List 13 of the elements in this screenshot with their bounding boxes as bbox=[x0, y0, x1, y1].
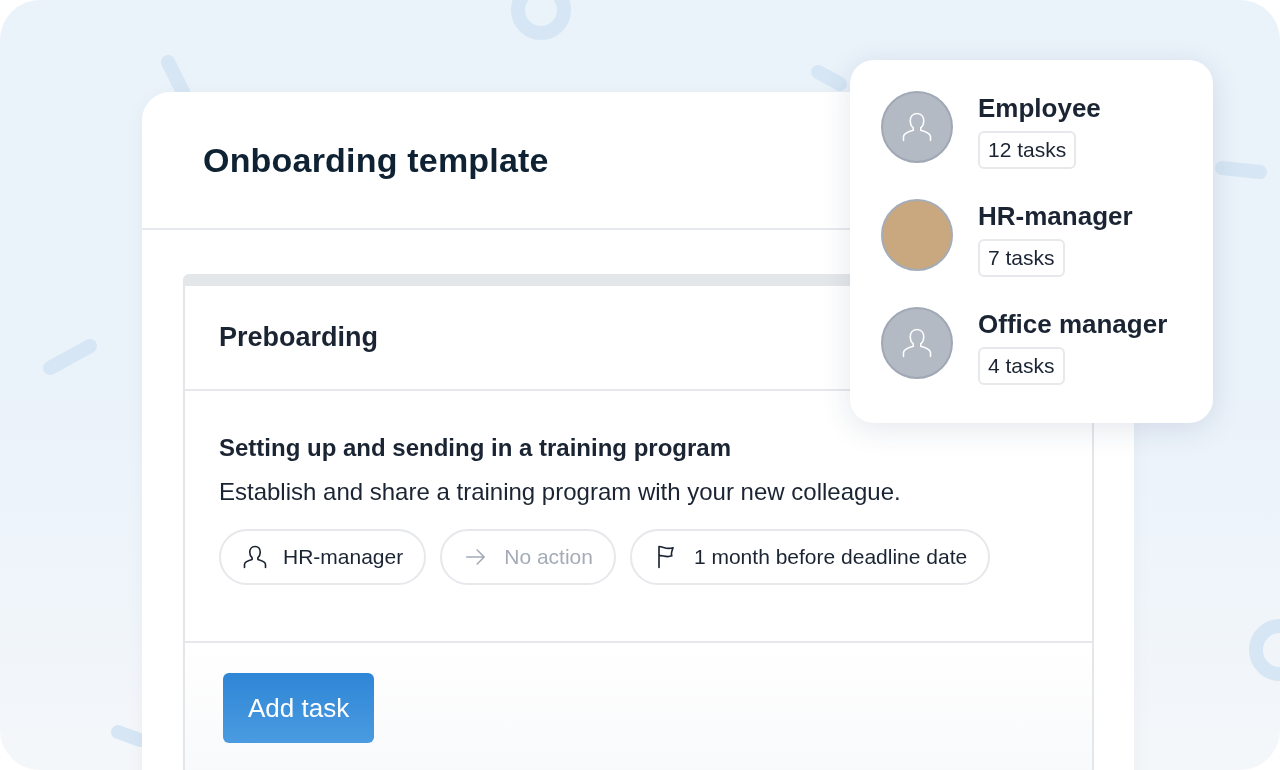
task-count-badge: 12 tasks bbox=[978, 131, 1077, 169]
tag-chip[interactable]: HR-manager bbox=[219, 529, 427, 585]
task-title: Setting up and sending in a training program bbox=[219, 433, 732, 463]
role-name: Employee bbox=[978, 93, 1101, 123]
tag-chip[interactable]: 1 month before deadline date bbox=[629, 529, 991, 585]
role-name: HR-manager bbox=[978, 201, 1133, 231]
role-name: Office manager bbox=[978, 309, 1168, 339]
section-title: Preboarding bbox=[219, 321, 379, 355]
task-count-badge: 4 tasks bbox=[978, 347, 1065, 385]
template-title: Onboarding template bbox=[203, 139, 549, 181]
task-count-badge: 7 tasks bbox=[978, 239, 1065, 277]
person-icon bbox=[241, 543, 269, 571]
task-description: Establish and share a training program with your new colleague. bbox=[219, 477, 902, 507]
